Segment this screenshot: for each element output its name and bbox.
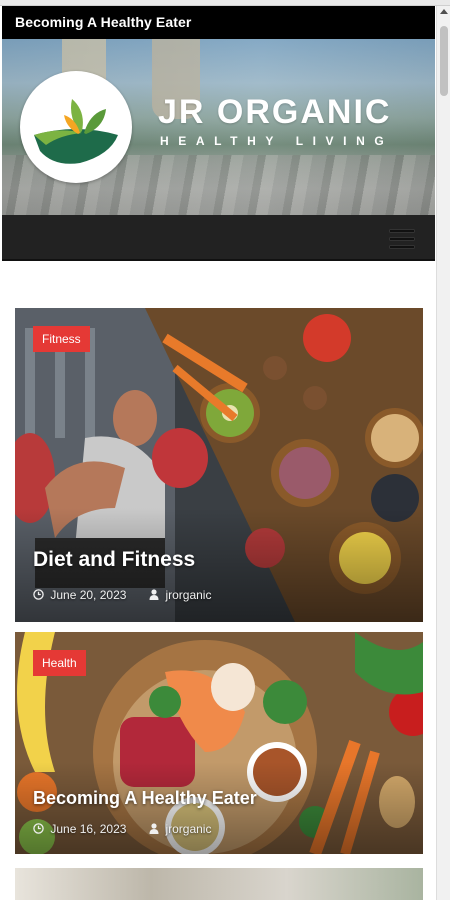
post-title[interactable]: Becoming A Healthy Eater bbox=[33, 788, 257, 809]
top-bar-title[interactable]: Becoming A Healthy Eater bbox=[15, 14, 191, 30]
post-author[interactable]: jrorganic bbox=[165, 588, 211, 602]
post-featured-image[interactable] bbox=[15, 868, 423, 900]
post-featured-image[interactable] bbox=[15, 308, 423, 622]
brand-name[interactable]: JR ORGANIC bbox=[158, 93, 391, 131]
scroll-thumb[interactable] bbox=[440, 26, 448, 96]
brand-tagline: HEALTHY LIVING bbox=[160, 134, 394, 148]
post-meta: June 16, 2023 jrorganic bbox=[33, 822, 211, 836]
navigation-bar bbox=[2, 215, 435, 261]
post-card[interactable]: Health Becoming A Healthy Eater June 16,… bbox=[15, 632, 423, 854]
site-logo[interactable] bbox=[20, 71, 132, 183]
scroll-up-arrow-icon[interactable] bbox=[440, 9, 448, 14]
post-card[interactable] bbox=[15, 868, 423, 900]
page: Becoming A Healthy Eater JR ORGANIC HEAL… bbox=[0, 0, 450, 900]
post-title[interactable]: Diet and Fitness bbox=[33, 548, 195, 572]
vertical-scrollbar[interactable] bbox=[436, 6, 450, 900]
post-author[interactable]: jrorganic bbox=[165, 822, 211, 836]
top-bar: Becoming A Healthy Eater bbox=[2, 6, 435, 39]
site-header: JR ORGANIC HEALTHY LIVING bbox=[2, 39, 435, 215]
hamburger-menu-icon[interactable] bbox=[389, 224, 415, 250]
post-date[interactable]: June 16, 2023 bbox=[50, 822, 126, 836]
leaf-logo-icon bbox=[34, 99, 118, 164]
clock-icon bbox=[33, 823, 44, 834]
post-date[interactable]: June 20, 2023 bbox=[50, 588, 126, 602]
post-card[interactable]: Fitness Diet and Fitness June 20, 2023 j… bbox=[15, 308, 423, 622]
category-badge[interactable]: Health bbox=[33, 650, 86, 676]
user-icon bbox=[149, 589, 159, 600]
user-icon bbox=[149, 823, 159, 834]
clock-icon bbox=[33, 589, 44, 600]
category-badge[interactable]: Fitness bbox=[33, 326, 90, 352]
post-meta: June 20, 2023 jrorganic bbox=[33, 588, 211, 602]
